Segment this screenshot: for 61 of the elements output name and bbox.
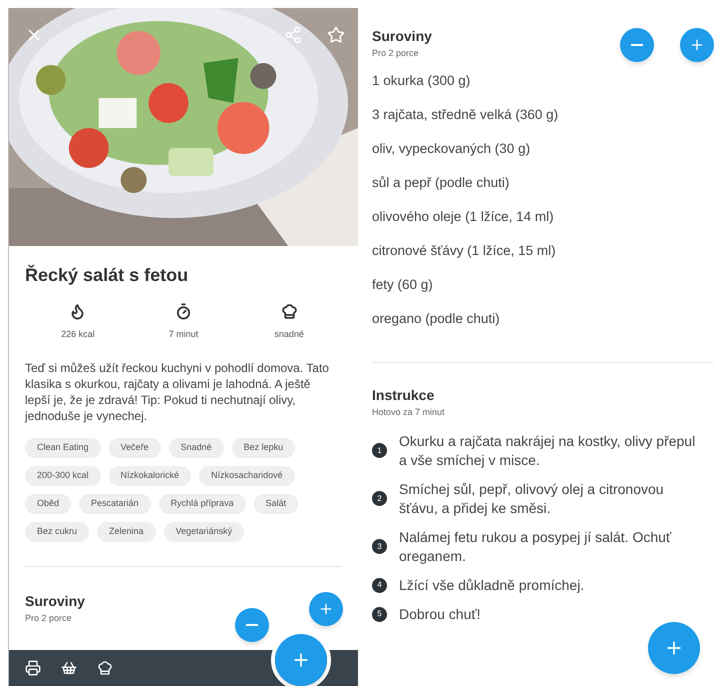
tag-chip[interactable]: Oběd (25, 494, 72, 514)
ingredient-item: fety (60 g) (372, 276, 434, 294)
ingredient-item: 1 okurka (300 g) (372, 72, 472, 90)
section-title: Suroviny (372, 27, 432, 46)
tag-chip[interactable]: Clean Eating (25, 438, 101, 458)
decrease-portions-button[interactable] (620, 28, 654, 62)
step-number: 5 (372, 606, 387, 622)
decrease-portions-button[interactable] (235, 608, 269, 642)
minus-icon (631, 44, 643, 46)
stat-label: 226 kcal (61, 328, 95, 341)
step-text: Nalámej fetu rukou a posypej jí salát. Ochuť oreganem. (399, 528, 672, 566)
ingredient-item: sůl a pepř (podle chuti) (372, 174, 510, 192)
step-text: Lžící vše důkladně promíchej. (399, 576, 586, 594)
increase-portions-button[interactable] (680, 28, 714, 62)
step-number: 2 (372, 491, 387, 506)
recipe-title: Řecký salát s fetou (25, 264, 190, 287)
section-subtitle: Pro 2 porce (372, 47, 420, 60)
section-subtitle: Hotovo za 7 minut (372, 406, 446, 419)
ingredient-item: oliv, vypeckovaných (30 g) (372, 140, 532, 158)
share-icon (284, 26, 302, 44)
tag-chip[interactable]: Bez cukru (25, 522, 90, 542)
increase-portions-button[interactable] (309, 592, 343, 626)
stopwatch-icon (174, 303, 192, 320)
stat-label: 7 minut (168, 328, 198, 341)
basket-icon[interactable] (61, 660, 77, 676)
step-text: Dobrou chuť! (399, 604, 482, 624)
add-button[interactable] (275, 634, 327, 686)
step-text: Smíchej sůl, pepř, olivový olej a citronovou šťávu, a přidej ke směsi. (399, 480, 665, 518)
favorite-button[interactable] (327, 26, 345, 44)
star-icon (327, 26, 345, 44)
tag-chip[interactable]: 200-300 kcal (25, 466, 101, 486)
section-title: Instrukce (372, 386, 436, 405)
chef-hat-icon (280, 303, 298, 320)
ingredient-item: oregano (podle chuti) (372, 310, 501, 328)
step-number: 1 (372, 443, 387, 458)
ingredient-item: 3 rajčata, středně velká (360 g) (372, 106, 560, 124)
printer-icon[interactable] (25, 660, 41, 676)
tag-chip[interactable]: Nízkosacharidové (199, 466, 295, 486)
minus-icon (246, 624, 258, 626)
tag-chip[interactable]: Rychlá příprava (158, 494, 246, 514)
ingredient-item: olivového oleje (1 lžíce, 14 ml) (372, 208, 555, 226)
ingredient-item: citronové šťávy (1 lžíce, 15 ml) (372, 242, 557, 260)
step-text: Okurku a rajčata nakrájej na kostky, olivy přepul a vše smíchej v misce. (399, 432, 696, 470)
plus-icon (318, 601, 334, 617)
tag-chip[interactable]: Vegetariánský (164, 522, 244, 542)
chef-hat-icon[interactable] (97, 660, 113, 676)
tag-chip[interactable]: Nízkokalorické (108, 466, 192, 486)
tag-chip[interactable]: Snadné (168, 438, 224, 458)
tag-chip[interactable]: Bez lepku (232, 438, 296, 458)
stat-label: snadné (274, 328, 304, 341)
section-title: Suroviny (25, 592, 85, 611)
tag-chip[interactable]: Večeře (108, 438, 161, 458)
plus-icon (689, 37, 705, 53)
step-number: 4 (372, 578, 387, 592)
step-number: 3 (372, 539, 387, 554)
tag-chip[interactable]: Zelenina (97, 522, 156, 542)
tag-chip[interactable]: Pescatarián (79, 494, 151, 514)
flame-icon (69, 303, 86, 320)
section-subtitle: Pro 2 porce (25, 612, 72, 625)
tag-chip[interactable]: Salát (254, 494, 298, 514)
recipe-description: Teď si můžeš užít řeckou kuchyni v pohodlí domova. Tato klasika s okurkou, rajčaty a olivami je lahodná. A ještě lepší je, že je zdravá! Tip: Pokud ti nechutnají olivy, jednoduše je vynechej. (25, 360, 330, 424)
